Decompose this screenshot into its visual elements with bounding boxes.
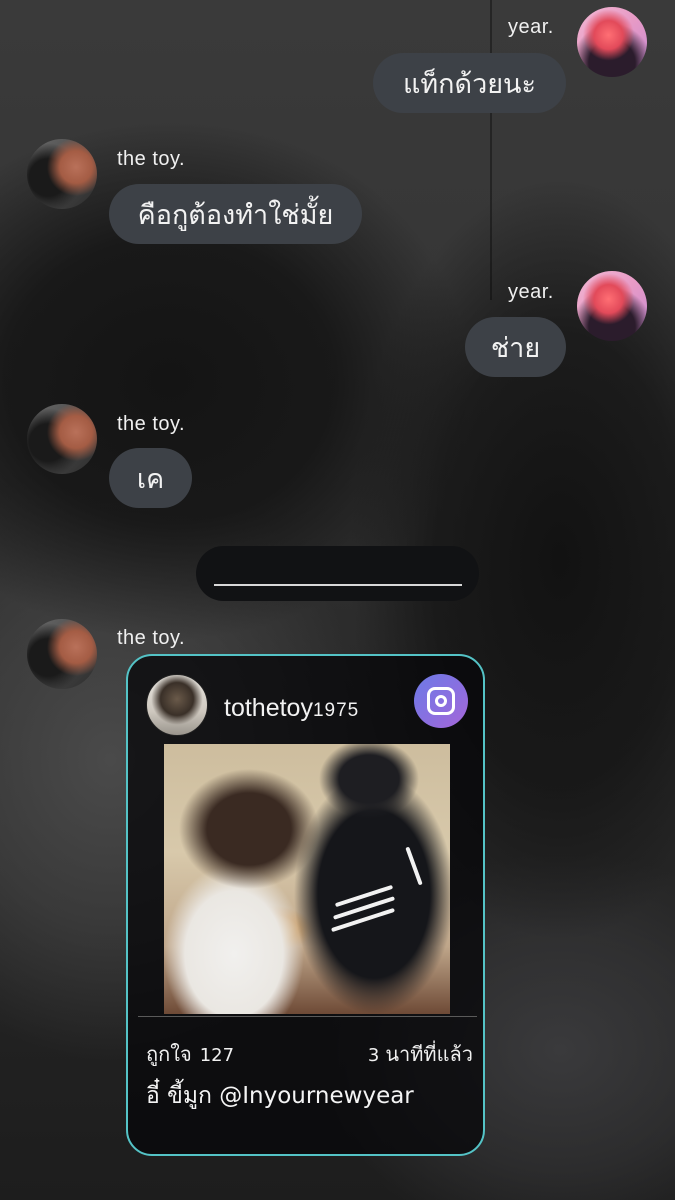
message-bubble[interactable]: แท็กด้วยนะ bbox=[373, 53, 566, 113]
post-photo[interactable] bbox=[164, 744, 450, 1014]
post-likes[interactable]: ถูกใจ 127 bbox=[146, 1038, 234, 1070]
divider-line bbox=[213, 583, 462, 586]
avatar-the-toy[interactable] bbox=[27, 404, 97, 474]
sender-name: year. bbox=[508, 16, 554, 38]
post-timestamp: 3 นาทีที่แล้ว bbox=[368, 1038, 473, 1070]
avatar-year[interactable] bbox=[577, 7, 647, 77]
message-bubble[interactable]: ช่าย bbox=[465, 317, 566, 377]
avatar-the-toy[interactable] bbox=[27, 619, 97, 689]
avatar-the-toy[interactable] bbox=[27, 139, 97, 209]
avatar-year[interactable] bbox=[577, 271, 647, 341]
likes-count: 127 bbox=[199, 1045, 235, 1066]
post-divider bbox=[138, 1016, 477, 1017]
post-author-avatar[interactable] bbox=[146, 674, 208, 736]
post-username[interactable]: tothetoy1975 bbox=[224, 694, 359, 723]
instagram-icon[interactable] bbox=[414, 674, 468, 728]
sender-name: the toy. bbox=[117, 413, 186, 435]
post-username-text: tothetoy bbox=[224, 694, 313, 722]
message-bubble[interactable]: คือกูต้องทำใช่มั้ย bbox=[109, 184, 362, 244]
time-number: 3 bbox=[367, 1045, 380, 1066]
blank-divider bbox=[196, 546, 479, 601]
sender-name: year. bbox=[508, 281, 554, 303]
post-caption: อี๋ ขี้มูก @Inyournewyear bbox=[146, 1083, 414, 1109]
shared-post-card[interactable]: tothetoy1975 ถูกใจ 127 3 นาทีที่แล้ว อี๋ ข… bbox=[126, 654, 485, 1156]
message-bubble[interactable]: เค bbox=[109, 448, 192, 508]
likes-label: ถูกใจ bbox=[146, 1042, 192, 1066]
sender-name: the toy. bbox=[117, 148, 186, 170]
sender-name: the toy. bbox=[117, 627, 186, 649]
time-label: นาทีที่แล้ว bbox=[385, 1042, 473, 1066]
post-username-suffix: 1975 bbox=[312, 700, 360, 721]
